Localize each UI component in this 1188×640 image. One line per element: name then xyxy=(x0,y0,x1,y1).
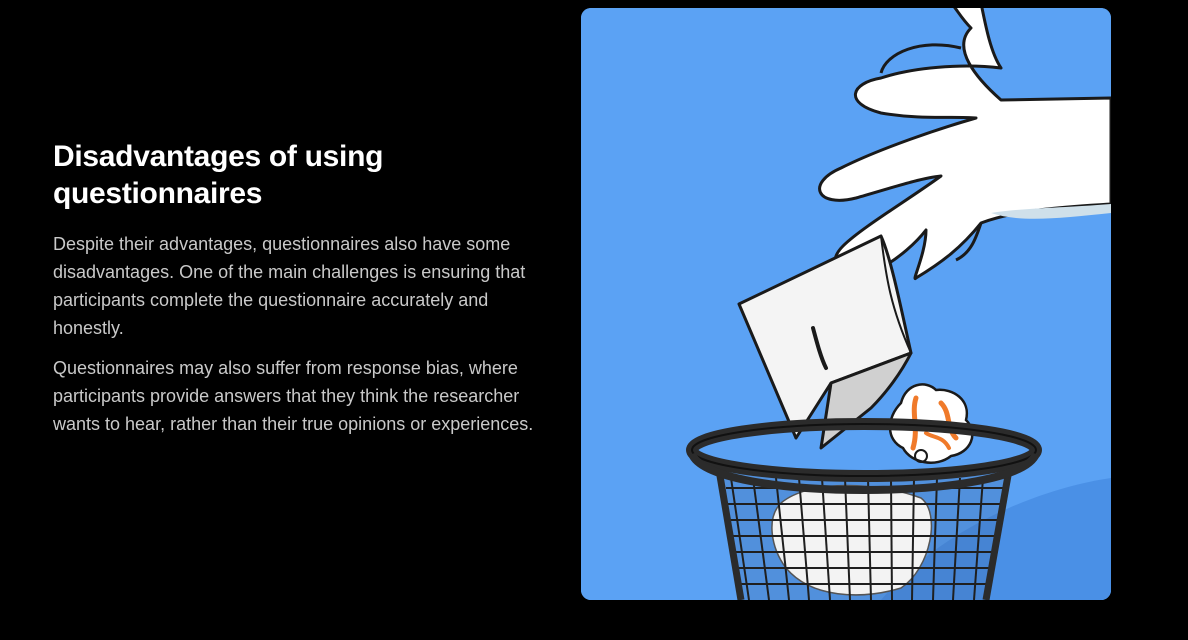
illustration-hand-wastebasket xyxy=(581,8,1111,600)
paragraph-1: Despite their advantages, questionnaires… xyxy=(53,234,526,338)
paragraph-2: Questionnaires may also suffer from resp… xyxy=(53,358,534,434)
text-column: Disadvantages of using questionnaires De… xyxy=(53,138,553,450)
section-heading: Disadvantages of using questionnaires xyxy=(53,140,384,210)
illustration-svg xyxy=(581,8,1111,600)
slide: Disadvantages of using questionnaires De… xyxy=(0,0,1188,640)
